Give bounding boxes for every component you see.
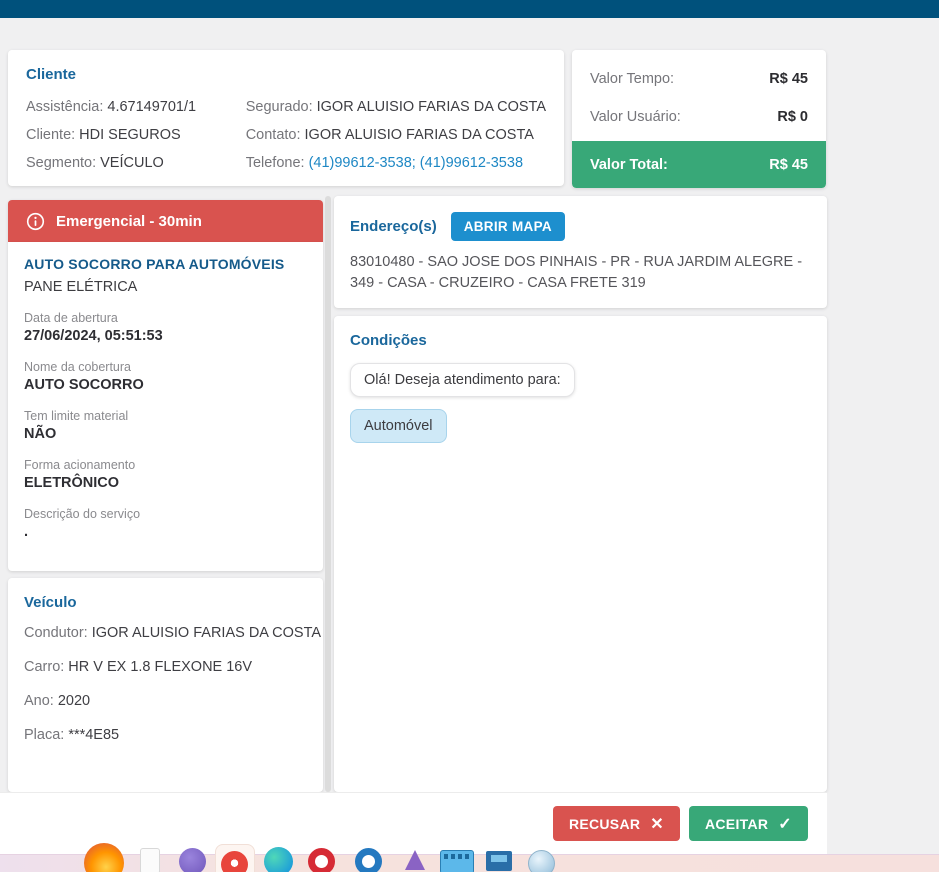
emergency-banner: Emergencial - 30min: [8, 200, 323, 242]
contato-row: Contato: IGOR ALUISIO FARIAS DA COSTA: [246, 121, 546, 149]
valores-card: Valor Tempo: R$ 45 Valor Usuário: R$ 0 V…: [572, 50, 826, 188]
files-icon[interactable]: [140, 848, 160, 872]
condutor-label: Condutor:: [24, 625, 88, 641]
valor-usuario-label: Valor Usuário:: [590, 109, 681, 125]
carro-label: Carro:: [24, 659, 65, 675]
segmento-label: Segmento:: [26, 155, 97, 171]
info-icon: [26, 212, 45, 231]
placa-value: ***4E85: [68, 727, 120, 743]
contato-label: Contato:: [245, 127, 301, 143]
cliente-card-title: Cliente: [26, 66, 77, 83]
descricao-servico-label: Descrição do serviço: [24, 507, 141, 521]
nome-cobertura-label: Nome da cobertura: [24, 360, 132, 374]
keyboard-keys: [444, 854, 470, 859]
data-abertura-value: 27/06/2024, 05:51:53: [24, 328, 163, 344]
descricao-servico-field: Descrição do serviço .: [24, 507, 307, 540]
valor-usuario-row: Valor Usuário: R$ 0: [572, 98, 826, 136]
servico-subtitle: PANE ELÉTRICA: [24, 279, 138, 295]
limite-material-value: NÃO: [24, 426, 57, 442]
left-column-scrollbar[interactable]: [325, 196, 331, 792]
forma-acionamento-label: Forma acionamento: [24, 458, 136, 472]
browser-ring-icon[interactable]: [355, 848, 382, 872]
ano-value: 2020: [57, 693, 91, 709]
valor-usuario-value: R$ 0: [777, 109, 808, 125]
cliente-label: Cliente:: [26, 127, 76, 143]
placa-label: Placa:: [24, 727, 65, 743]
purple-app-icon[interactable]: [179, 848, 206, 872]
chat-answer-chip[interactable]: Automóvel: [350, 409, 447, 443]
limite-material-field: Tem limite material NÃO: [24, 409, 307, 442]
terminal-icon[interactable]: [486, 851, 512, 871]
terminal-bar: [491, 855, 507, 862]
telefone-row: Telefone: (41)99612-3538; (41)99612-3538: [246, 149, 546, 177]
telefone-label: Telefone:: [245, 155, 305, 171]
cliente-value: HDI SEGUROS: [79, 127, 181, 143]
descricao-servico-value: .: [24, 524, 29, 540]
top-navigation-bar: [0, 0, 939, 18]
cliente-row: Cliente: HDI SEGUROS: [26, 121, 246, 149]
edge-icon[interactable]: [264, 847, 293, 872]
nome-cobertura-field: Nome da cobertura AUTO SOCORRO: [24, 360, 307, 393]
ano-row: Ano: 2020: [24, 687, 307, 715]
segurado-row: Segurado: IGOR ALUISIO FARIAS DA COSTA: [246, 93, 546, 121]
action-footer: RECUSAR ✕ ACEITAR ✓: [0, 792, 827, 854]
chat-question-bubble: Olá! Deseja atendimento para:: [350, 363, 575, 397]
placa-row: Placa: ***4E85: [24, 721, 307, 749]
condicoes-card: Condições Olá! Deseja atendimento para: …: [334, 316, 827, 792]
condutor-row: Condutor: IGOR ALUISIO FARIAS DA COSTA: [24, 619, 321, 647]
valor-total-row: Valor Total: R$ 45: [572, 141, 826, 188]
veiculo-card: Veículo Condutor: IGOR ALUISIO FARIAS DA …: [8, 578, 323, 792]
valor-tempo-label: Valor Tempo:: [590, 71, 675, 87]
ano-label: Ano:: [24, 693, 54, 709]
keyboard-icon[interactable]: [440, 850, 474, 872]
opera-icon[interactable]: [308, 848, 335, 872]
veiculo-card-title: Veículo: [24, 594, 77, 611]
carro-value: HR V EX 1.8 FLEXONE 16V: [68, 659, 253, 675]
assistencia-label: Assistência:: [26, 99, 104, 115]
contato-value: IGOR ALUISIO FARIAS DA COSTA: [304, 127, 534, 143]
forma-acionamento-field: Forma acionamento ELETRÔNICO: [24, 458, 307, 491]
valor-total-value: R$ 45: [769, 156, 808, 173]
assistencia-row: Assistência: 4.67149701/1: [26, 93, 246, 121]
data-abertura-label: Data de abertura: [24, 311, 118, 325]
servico-card: AUTO SOCORRO PARA AUTOMÓVEIS PANE ELÉTRI…: [8, 242, 323, 571]
globe-icon[interactable]: [528, 850, 555, 872]
data-abertura-field: Data de abertura 27/06/2024, 05:51:53: [24, 311, 307, 344]
forma-acionamento-value: ELETRÔNICO: [24, 475, 120, 491]
segmento-value: VEÍCULO: [100, 155, 164, 171]
endereco-card: Endereço(s) ABRIR MAPA 83010480 - SAO JO…: [334, 196, 827, 308]
valor-total-label: Valor Total:: [590, 156, 668, 173]
valor-tempo-value: R$ 45: [769, 71, 808, 87]
recusar-button-label: RECUSAR: [568, 815, 641, 832]
carro-row: Carro: HR V EX 1.8 FLEXONE 16V: [24, 653, 307, 681]
assistencia-value: 4.67149701/1: [107, 99, 197, 115]
recusar-button[interactable]: RECUSAR ✕: [552, 806, 680, 841]
inkscape-icon[interactable]: [405, 850, 425, 870]
telefone-link[interactable]: (41)99612-3538; (41)99612-3538: [309, 155, 523, 171]
endereco-address: 83010480 - SAO JOSE DOS PINHAIS - PR - R…: [350, 254, 803, 291]
condutor-value: IGOR ALUISIO FARIAS DA COSTA: [91, 625, 322, 641]
segurado-label: Segurado:: [245, 99, 313, 115]
limite-material-label: Tem limite material: [24, 409, 129, 423]
servico-title: AUTO SOCORRO PARA AUTOMÓVEIS: [24, 256, 285, 272]
abrir-mapa-button[interactable]: ABRIR MAPA: [450, 212, 565, 241]
endereco-card-title: Endereço(s): [350, 218, 437, 235]
close-icon: ✕: [650, 815, 664, 833]
chrome-icon: [221, 851, 248, 872]
condicoes-card-title: Condições: [350, 332, 427, 349]
segurado-value: IGOR ALUISIO FARIAS DA COSTA: [316, 99, 546, 115]
emergency-banner-label: Emergencial - 30min: [56, 212, 202, 230]
aceitar-button[interactable]: ACEITAR ✓: [688, 806, 808, 841]
cliente-card: Cliente Assistência: 4.67149701/1 Cliente…: [8, 50, 564, 186]
aceitar-button-label: ACEITAR: [704, 815, 769, 832]
nome-cobertura-value: AUTO SOCORRO: [24, 377, 144, 393]
chrome-active-slot[interactable]: [216, 845, 254, 872]
valor-tempo-row: Valor Tempo: R$ 45: [572, 60, 826, 98]
segmento-row: Segmento: VEÍCULO: [26, 149, 246, 177]
check-icon: ✓: [778, 815, 792, 833]
